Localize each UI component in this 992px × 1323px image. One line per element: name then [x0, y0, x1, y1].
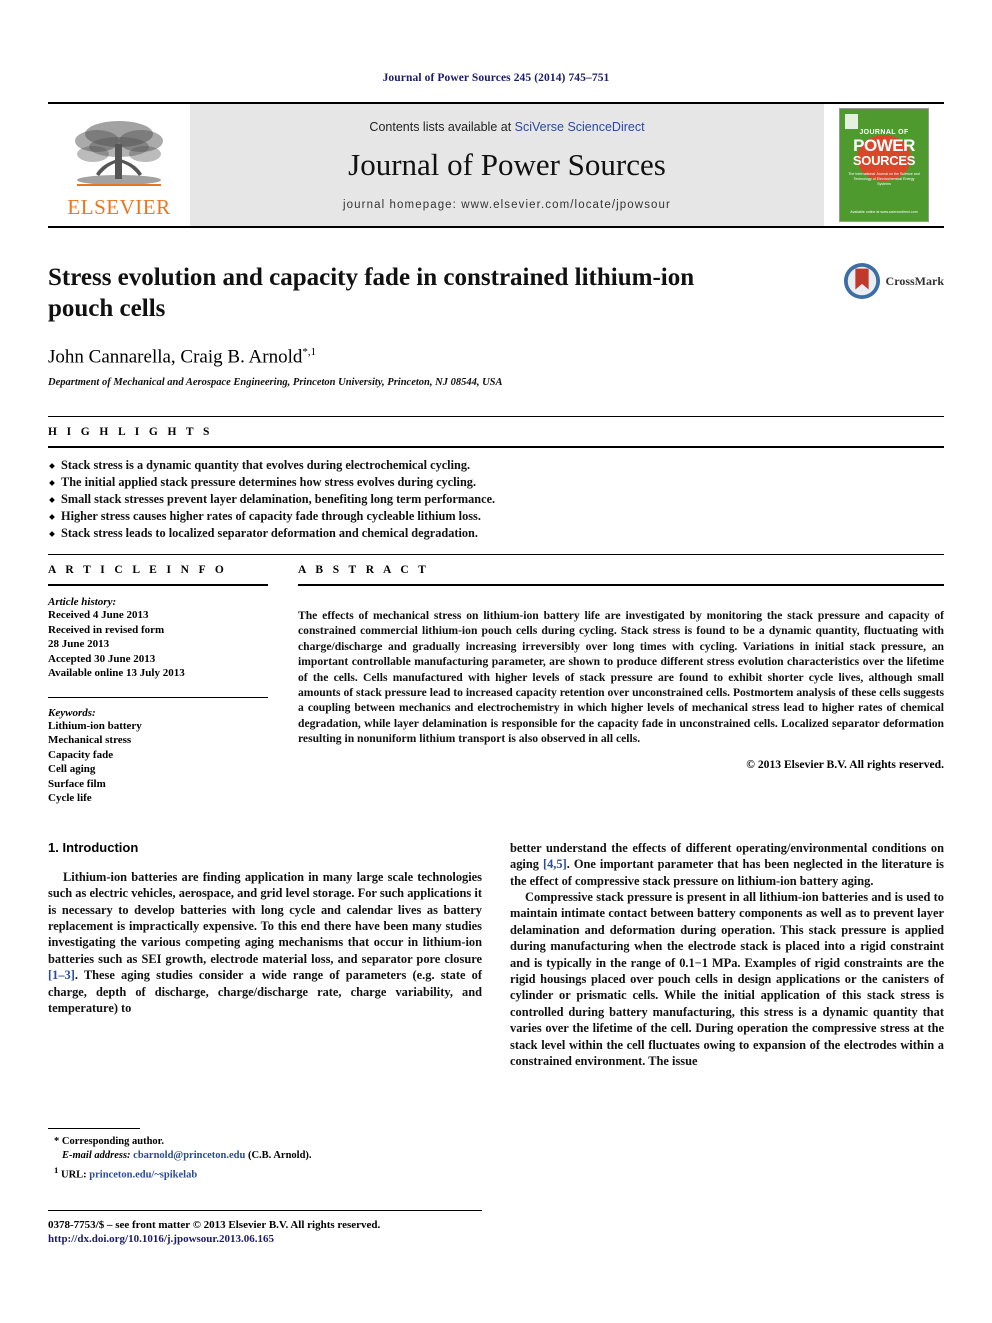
paper-page: Journal of Power Sources 245 (2014) 745–… [0, 0, 992, 1323]
elsevier-tree-icon [63, 114, 175, 194]
footnote-rule [48, 1128, 140, 1129]
keyword-item: Mechanical stress [48, 734, 132, 747]
body-column-right: better understand the effects of differe… [510, 840, 944, 1070]
history-line: 28 June 2013 [48, 638, 110, 651]
list-item: Stack stress is a dynamic quantity that … [48, 457, 944, 474]
body-columns: 1. Introduction Lithium-ion batteries ar… [48, 840, 944, 1070]
intro-paragraph-right-2: Compressive stack pressure is present in… [510, 890, 944, 1069]
history-line: Received 4 June 2013 [48, 609, 149, 622]
journal-homepage[interactable]: journal homepage: www.elsevier.com/locat… [343, 199, 671, 211]
author-names: John Cannarella, Craig B. Arnold [48, 346, 303, 368]
highlights-list: Stack stress is a dynamic quantity that … [48, 448, 944, 554]
history-line: Received in revised form [48, 623, 165, 636]
author-footnote-marks[interactable]: *,1 [302, 346, 316, 358]
intro-right1-part2: . One important parameter that has been … [510, 857, 944, 888]
article-history-block: Article history: Received 4 June 2013 Re… [48, 586, 268, 681]
footer-block: 0378-7753/$ – see front matter © 2013 El… [48, 1210, 748, 1245]
highlights-heading: H I G H L I G H T S [48, 426, 213, 439]
keyword-item: Lithium-ion battery [48, 719, 142, 732]
keyword-item: Cell aging [48, 763, 96, 776]
email-link[interactable]: cbarnold@princeton.edu [133, 1150, 245, 1161]
article-history-label: Article history: [48, 596, 117, 609]
issn-copyright-line: 0378-7753/$ – see front matter © 2013 El… [48, 1219, 381, 1231]
email-suffix: (C.B. Arnold). [247, 1150, 312, 1161]
footnote-corresponding-author: * Corresponding author. [54, 1136, 164, 1147]
crossmark-label: CrossMark [885, 273, 944, 288]
footer-rule [48, 1210, 482, 1211]
list-item: Higher stress causes higher rates of cap… [48, 508, 944, 525]
running-head: Journal of Power Sources 245 (2014) 745–… [382, 72, 610, 84]
list-item: The initial applied stack pressure deter… [48, 474, 944, 491]
abstract-text: The effects of mechanical stress on lith… [298, 608, 944, 746]
cover-subtitle: The International Journal on the Science… [848, 172, 920, 186]
list-item: Stack stress leads to localized separato… [48, 525, 944, 542]
email-label: E-mail address: [62, 1150, 131, 1161]
abstract-body: The effects of mechanical stress on lith… [298, 586, 944, 771]
list-item: Small stack stresses prevent layer delam… [48, 491, 944, 508]
history-line: Available online 13 July 2013 [48, 667, 185, 680]
cover-publisher-mark-icon [845, 114, 858, 129]
elsevier-wordmark: ELSEVIER [67, 195, 171, 219]
citation-ref-1-3[interactable]: [1–3] [48, 968, 75, 982]
crossmark-badge[interactable]: CrossMark [843, 262, 944, 300]
keyword-item: Cycle life [48, 792, 92, 805]
footnote-email: E-mail address: cbarnold@princeton.edu (… [48, 1149, 482, 1163]
cover-sources-text: SOURCES [852, 153, 916, 168]
footnote-marker-1: 1 [54, 1165, 59, 1175]
footnotes-block: * Corresponding author. E-mail address: … [48, 1128, 482, 1183]
info-abstract-section: A R T I C L E I N F O Article history: R… [48, 555, 944, 806]
keyword-item: Surface film [48, 777, 106, 790]
intro-paragraph-right-1: better understand the effects of differe… [510, 840, 944, 889]
citation-ref-4-5[interactable]: [4,5] [543, 857, 567, 871]
author-list: John Cannarella, Craig B. Arnold*,1 [48, 346, 944, 368]
elsevier-logo: ELSEVIER [48, 104, 190, 226]
keyword-item: Capacity fade [48, 748, 114, 761]
article-info-column: A R T I C L E I N F O Article history: R… [48, 555, 298, 806]
keywords-block: Keywords: Lithium-ion battery Mechanical… [48, 696, 268, 806]
body-column-left: 1. Introduction Lithium-ion batteries ar… [48, 840, 482, 1070]
page-title: Stress evolution and capacity fade in co… [48, 264, 695, 322]
intro-paragraph-left: Lithium-ion batteries are finding applic… [48, 869, 482, 1017]
article-info-heading: A R T I C L E I N F O [48, 564, 228, 577]
abstract-rights: © 2013 Elsevier B.V. All rights reserved… [746, 758, 944, 772]
title-block: CrossMark Stress evolution and capacity … [48, 262, 944, 388]
cover-footer-text: Available online at www.sciencedirect.co… [850, 210, 918, 214]
journal-title: Journal of Power Sources [348, 146, 666, 182]
keywords-label: Keywords: [48, 706, 96, 719]
masthead-center: Contents lists available at SciVerse Sci… [190, 104, 824, 226]
intro-left-part2: . These aging studies consider a wide ra… [48, 968, 482, 1016]
abstract-heading: A B S T R A C T [298, 564, 430, 577]
journal-cover-thumbnail: JOURNAL OF POWER SOURCES The Internation… [824, 104, 944, 226]
section-heading-introduction: 1. Introduction [48, 839, 139, 855]
contents-prefix: Contents lists available at [369, 119, 515, 134]
sciencedirect-link[interactable]: SciVerse ScienceDirect [515, 120, 645, 134]
doi-link[interactable]: http://dx.doi.org/10.1016/j.jpowsour.201… [48, 1233, 748, 1245]
cover-image: JOURNAL OF POWER SOURCES The Internation… [839, 108, 929, 222]
affiliation: Department of Mechanical and Aerospace E… [48, 377, 503, 389]
footnote-url: 1 URL: princeton.edu/~spikelab [48, 1163, 482, 1183]
url-label: URL: [61, 1169, 87, 1181]
crossmark-icon [843, 262, 880, 300]
journal-masthead: ELSEVIER Contents lists available at Sci… [48, 102, 944, 228]
abstract-column: A B S T R A C T The effects of mechanica… [298, 555, 944, 806]
highlights-section: H I G H L I G H T S Stack stress is a dy… [48, 416, 944, 556]
contents-available-line: Contents lists available at SciVerse Sci… [369, 120, 644, 134]
intro-left-part1: Lithium-ion batteries are finding applic… [48, 869, 482, 966]
url-link[interactable]: princeton.edu/~spikelab [89, 1170, 197, 1181]
history-line: Accepted 30 June 2013 [48, 652, 156, 665]
